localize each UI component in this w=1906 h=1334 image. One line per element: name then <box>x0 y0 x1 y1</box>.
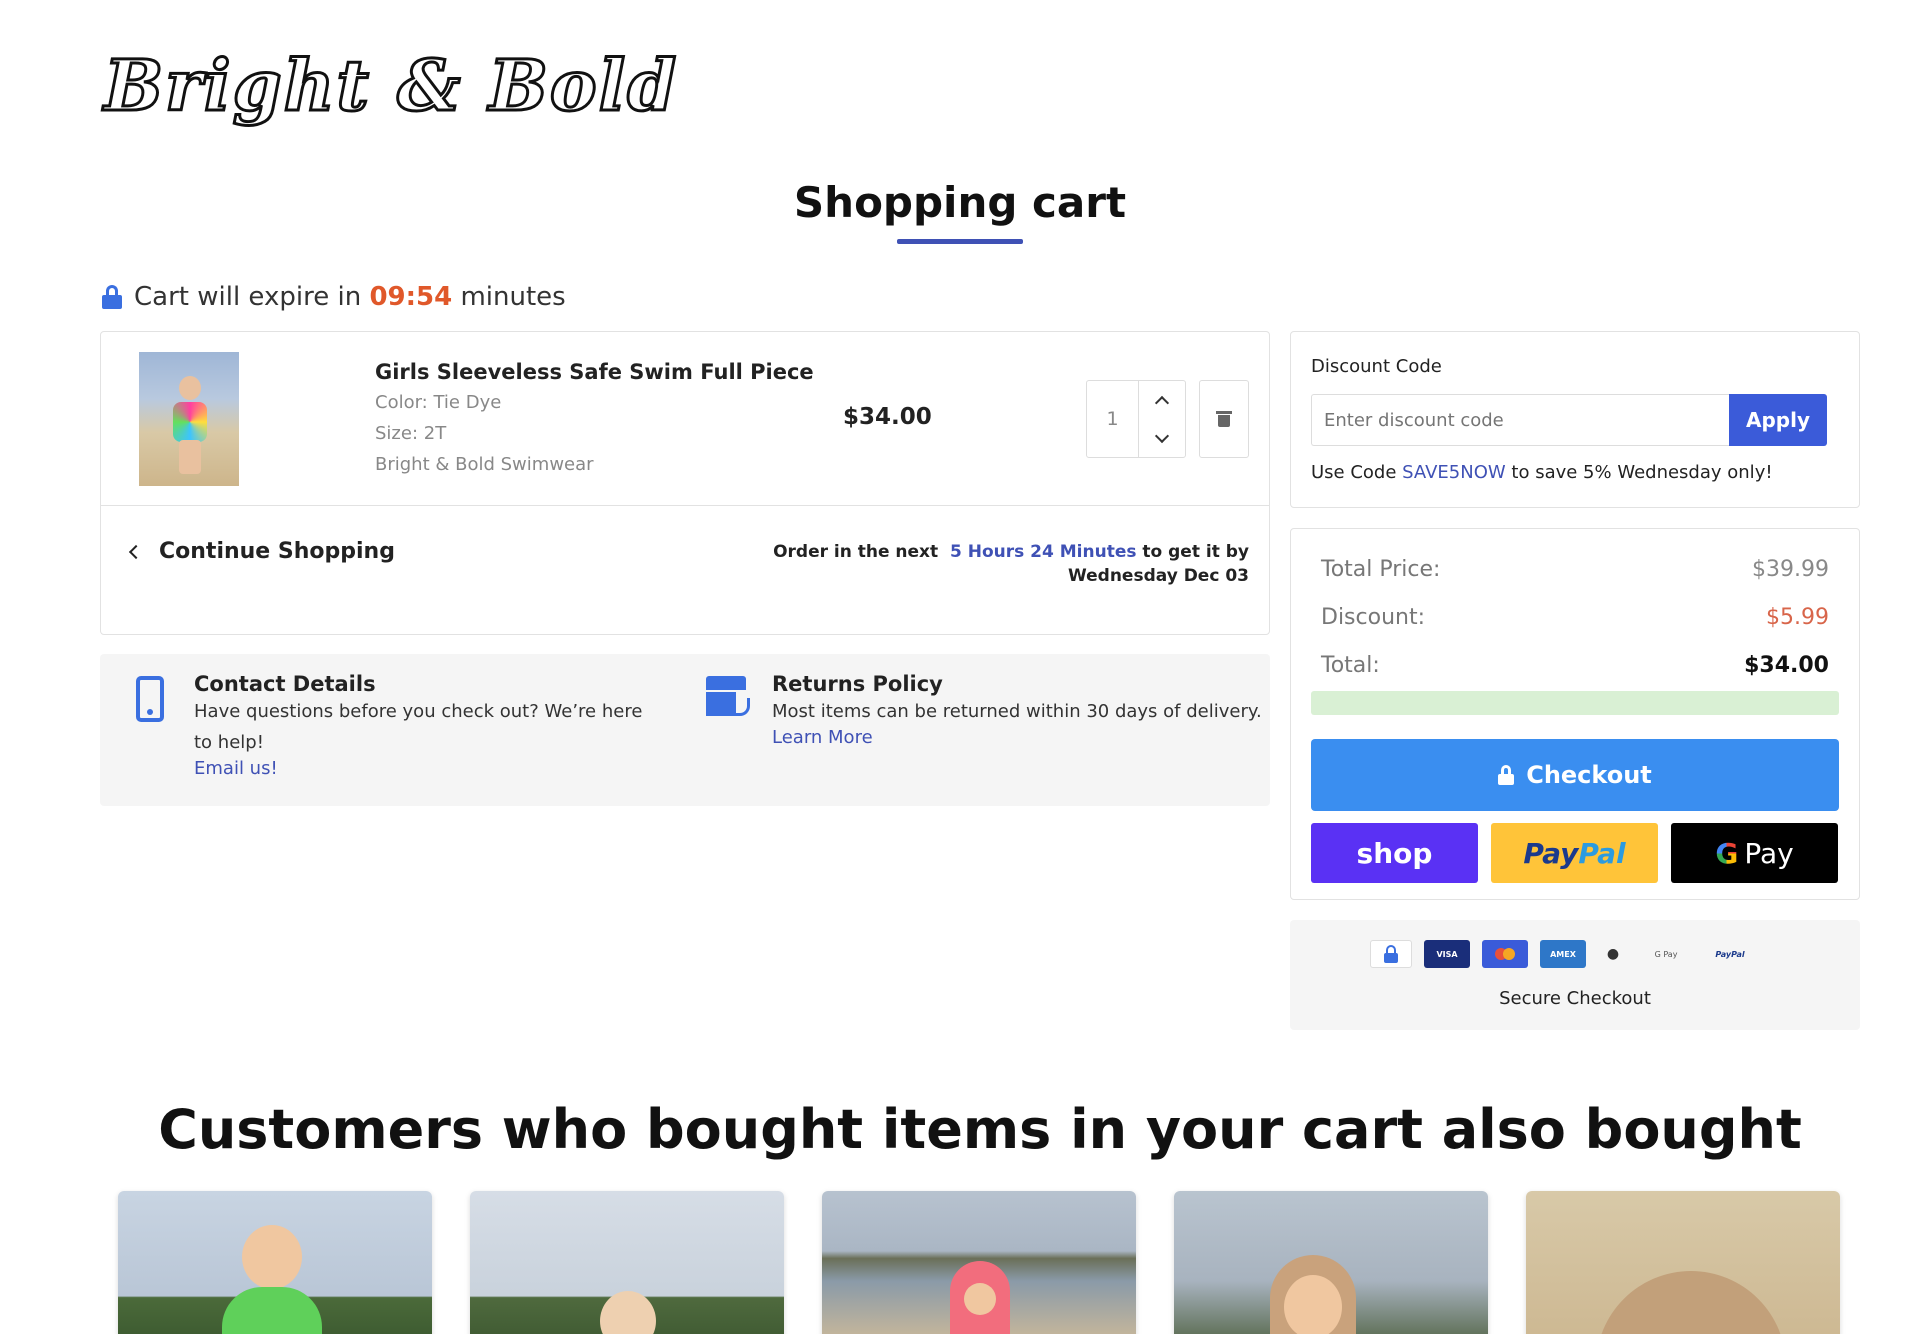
trash-icon <box>1216 411 1232 427</box>
cart-items-panel: Girls Sleeveless Safe Swim Full Piece Co… <box>100 331 1270 635</box>
discount-row: Discount: $5.99 <box>1321 605 1829 630</box>
recommendations-title: Customers who bought items in your cart … <box>158 1098 1802 1161</box>
title-underline <box>897 239 1023 244</box>
email-us-link[interactable]: Email us! <box>194 758 664 779</box>
return-box-icon <box>704 676 750 720</box>
delivery-countdown: 5 Hours 24 Minutes <box>950 542 1137 562</box>
promo-message: Use Code SAVE5NOW to save 5% Wednesday o… <box>1311 462 1773 483</box>
expiry-time: 09:54 <box>369 282 453 312</box>
apply-discount-button[interactable]: Apply <box>1729 394 1827 446</box>
recommended-product-card[interactable] <box>470 1191 784 1334</box>
discount-code-input[interactable] <box>1311 394 1729 446</box>
page-title: Shopping cart <box>793 178 1127 227</box>
product-price: $34.00 <box>843 404 932 430</box>
secure-checkout-panel: VISA AMEX ● G Pay PayPal Secure Checkout <box>1290 920 1860 1030</box>
payment-icons: VISA AMEX ● G Pay PayPal <box>1370 940 1756 968</box>
continue-shopping-label: Continue Shopping <box>159 539 395 564</box>
recommended-product-card[interactable] <box>822 1191 1136 1334</box>
contact-details: Contact Details Have questions before yo… <box>194 672 664 779</box>
apple-pay-icon: ● <box>1606 946 1620 962</box>
brand-logo[interactable]: Bright & Bold <box>102 43 678 129</box>
total-price-row: Total Price: $39.99 <box>1321 557 1829 582</box>
order-summary: Total Price: $39.99 Discount: $5.99 Tota… <box>1290 528 1860 900</box>
returns-policy: Returns Policy Most items can be returne… <box>772 672 1262 748</box>
contact-title: Contact Details <box>194 672 376 696</box>
recommended-product-card[interactable] <box>118 1191 432 1334</box>
checkout-label: Checkout <box>1526 761 1652 789</box>
chevron-up-icon <box>1154 395 1170 410</box>
returns-title: Returns Policy <box>772 672 943 696</box>
google-pay-button[interactable]: G Pay <box>1671 823 1838 883</box>
returns-text: Most items can be returned within 30 day… <box>772 701 1262 722</box>
quantity-increase-button[interactable] <box>1139 381 1185 419</box>
amex-icon: AMEX <box>1540 940 1586 968</box>
checkout-button[interactable]: Checkout <box>1311 739 1839 811</box>
paypal-button[interactable]: Pay Pal <box>1491 823 1658 883</box>
learn-more-link[interactable]: Learn More <box>772 727 1262 748</box>
remove-item-button[interactable] <box>1199 380 1249 458</box>
promo-code: SAVE5NOW <box>1402 462 1506 483</box>
paypal-icon: PayPal <box>1715 949 1745 959</box>
product-color: Color: Tie Dye <box>375 392 502 413</box>
secure-checkout-label: Secure Checkout <box>1499 988 1651 1009</box>
phone-icon <box>136 676 164 722</box>
lock-icon <box>1370 940 1412 968</box>
chevron-left-icon <box>128 544 144 559</box>
progress-bar <box>1311 691 1839 715</box>
google-pay-icon: G Pay <box>1654 949 1678 959</box>
shop-pay-button[interactable]: shop <box>1311 823 1478 883</box>
cart-item-row: Girls Sleeveless Safe Swim Full Piece Co… <box>101 332 1269 506</box>
product-size: Size: 2T <box>375 423 447 444</box>
discount-panel: Discount Code Apply Use Code SAVE5NOW to… <box>1290 331 1860 508</box>
quantity-decrease-button[interactable] <box>1139 419 1185 457</box>
continue-shopping-link[interactable]: Continue Shopping <box>128 539 395 564</box>
info-panel: Contact Details Have questions before yo… <box>100 654 1270 806</box>
cart-expiry-notice: Cart will expire in 09:54 minutes <box>102 282 566 312</box>
expiry-text: Cart will expire in 09:54 minutes <box>134 282 566 312</box>
lock-icon <box>102 285 122 309</box>
discount-label: Discount Code <box>1311 356 1442 377</box>
product-vendor: Bright & Bold Swimwear <box>375 454 594 475</box>
grand-total-row: Total: $34.00 <box>1321 653 1829 678</box>
lock-icon <box>1498 765 1515 785</box>
product-name[interactable]: Girls Sleeveless Safe Swim Full Piece <box>375 360 814 384</box>
recommended-product-card[interactable] <box>1526 1191 1840 1334</box>
contact-text: Have questions before you check out? We’… <box>194 701 643 753</box>
grand-total-value: $34.00 <box>1744 653 1829 678</box>
product-thumbnail[interactable] <box>139 352 239 486</box>
google-g-icon: G <box>1715 836 1739 870</box>
mastercard-icon <box>1482 940 1528 968</box>
discount-value: $5.99 <box>1766 605 1829 630</box>
visa-icon: VISA <box>1424 940 1470 968</box>
quantity-stepper: 1 <box>1086 380 1186 458</box>
total-price-value: $39.99 <box>1752 557 1829 582</box>
recommended-product-card[interactable] <box>1174 1191 1488 1334</box>
chevron-down-icon <box>1154 428 1170 443</box>
delivery-estimate: Order in the next 5 Hours 24 Minutes to … <box>773 542 1249 586</box>
quantity-input[interactable]: 1 <box>1087 381 1139 457</box>
